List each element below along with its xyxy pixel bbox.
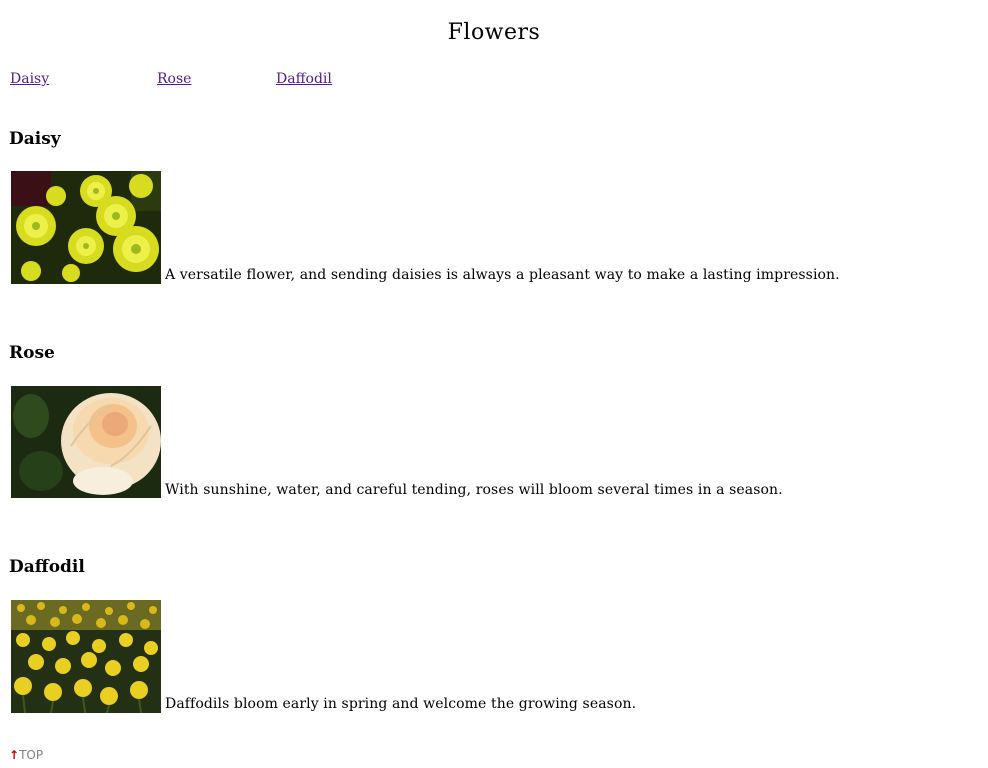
daisy-photo [11, 171, 161, 284]
back-to-top-link[interactable]: ↑TOP [9, 748, 43, 762]
top-label: TOP [19, 748, 44, 762]
up-arrow-icon: ↑ [9, 748, 20, 762]
section-description-rose: With sunshine, water, and careful tendin… [165, 482, 783, 498]
section-description-daffodil: Daffodils bloom early in spring and welc… [165, 696, 637, 712]
section-heading-daisy: Daisy [9, 129, 61, 149]
daffodil-photo [11, 600, 161, 713]
nav-link-rose[interactable]: Rose [157, 71, 191, 87]
nav-link-daisy[interactable]: Daisy [10, 71, 49, 87]
rose-photo [11, 386, 161, 499]
page-title: Flowers [447, 20, 541, 45]
section-description-daisy: A versatile flower, and sending daisies … [165, 267, 840, 283]
nav-link-daffodil[interactable]: Daffodil [276, 71, 332, 87]
section-heading-rose: Rose [9, 343, 55, 363]
section-heading-daffodil: Daffodil [9, 557, 85, 577]
